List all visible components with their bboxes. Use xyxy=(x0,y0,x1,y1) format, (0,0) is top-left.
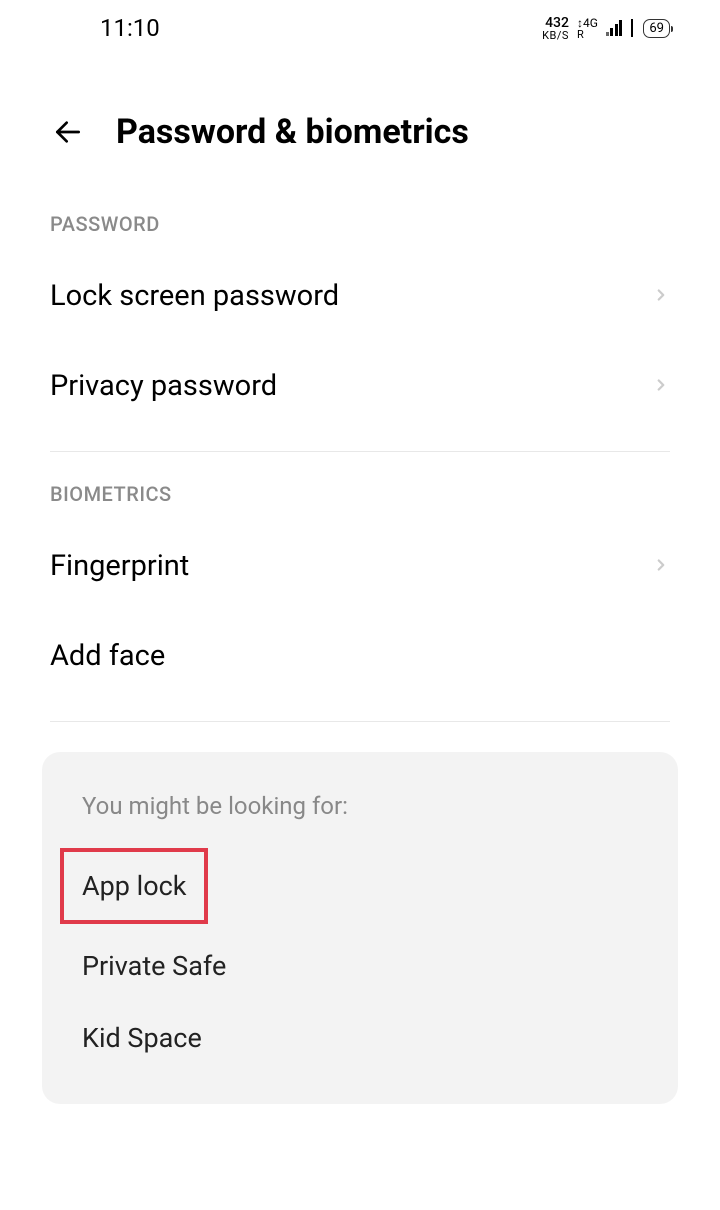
app-lock-highlight: App lock xyxy=(60,848,208,924)
network-indicator: ↕4G R xyxy=(577,17,598,40)
password-section-header: PASSWORD xyxy=(0,182,720,251)
list-item-label: Lock screen password xyxy=(50,279,339,313)
suggestion-private-safe[interactable]: Private Safe xyxy=(82,930,638,1002)
arrow-left-icon xyxy=(52,116,84,148)
suggestions-title: You might be looking for: xyxy=(82,792,638,820)
page-header: Password & biometrics xyxy=(0,52,720,182)
battery-indicator: 69 xyxy=(643,19,670,38)
list-item-label: Add face xyxy=(50,639,165,673)
suggestion-app-lock[interactable]: App lock xyxy=(82,870,186,902)
back-button[interactable] xyxy=(50,114,86,150)
chevron-right-icon xyxy=(652,552,670,580)
suggestions-card: You might be looking for: App lock Priva… xyxy=(42,752,678,1104)
section-divider xyxy=(50,721,670,722)
privacy-password-item[interactable]: Privacy password xyxy=(0,341,720,431)
lock-screen-password-item[interactable]: Lock screen password xyxy=(0,251,720,341)
page-title: Password & biometrics xyxy=(116,112,469,152)
data-speed-indicator: 432 KB/S xyxy=(542,16,569,41)
fingerprint-item[interactable]: Fingerprint xyxy=(0,521,720,611)
chevron-right-icon xyxy=(652,372,670,400)
status-bar: 11:10 432 KB/S ↕4G R 69 xyxy=(0,0,720,52)
suggestion-kid-space[interactable]: Kid Space xyxy=(82,1002,638,1074)
add-face-item[interactable]: Add face xyxy=(0,611,720,701)
list-item-label: Fingerprint xyxy=(50,549,189,583)
status-time: 11:10 xyxy=(100,14,160,42)
chevron-right-icon xyxy=(652,282,670,310)
signal-bars-icon xyxy=(606,20,623,36)
biometrics-section-header: BIOMETRICS xyxy=(0,452,720,521)
status-indicators: 432 KB/S ↕4G R 69 xyxy=(542,16,670,41)
signal-divider-icon xyxy=(631,19,633,37)
list-item-label: Privacy password xyxy=(50,369,277,403)
